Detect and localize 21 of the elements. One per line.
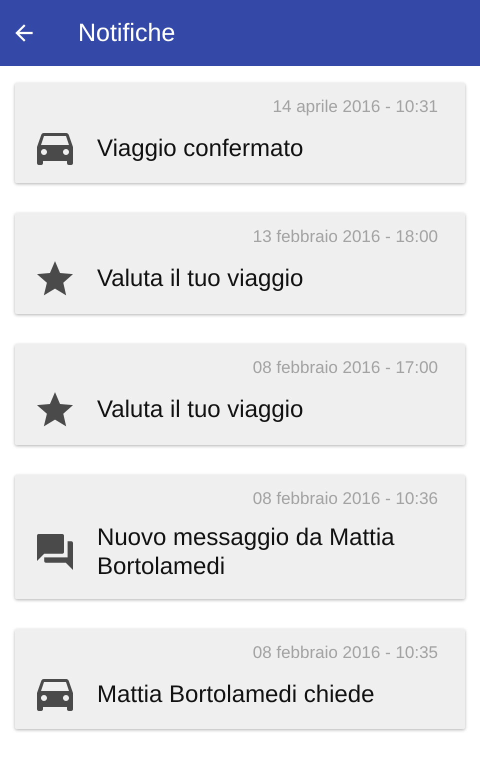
chat-icon bbox=[37, 534, 73, 570]
car-icon bbox=[37, 677, 73, 711]
star-icon bbox=[37, 392, 73, 427]
notification-title: Valuta il tuo viaggio bbox=[97, 264, 304, 293]
notification-card[interactable]: 14 aprile 2016 - 10:31 Viaggio confermato bbox=[15, 83, 465, 183]
notification-card[interactable]: 13 febbraio 2016 - 18:00 Valuta il tuo viaggio bbox=[15, 213, 465, 314]
car-icon bbox=[37, 131, 73, 165]
notification-title: Viaggio confermato bbox=[97, 134, 304, 162]
notification-card[interactable]: 08 febbraio 2016 - 17:00 Valuta il tuo viaggio bbox=[15, 344, 465, 445]
notification-date: 14 aprile 2016 - 10:31 bbox=[272, 97, 438, 117]
notification-date: 13 febbraio 2016 - 18:00 bbox=[252, 227, 438, 247]
notification-card[interactable]: 08 febbraio 2016 - 10:36 Nuovo messaggio da Mattia Bortolamedi bbox=[15, 475, 465, 599]
notification-title: Mattia Bortolamedi chiede bbox=[97, 680, 374, 708]
star-icon bbox=[37, 261, 73, 296]
notification-card[interactable]: 08 febbraio 2016 - 10:35 Mattia Bortolamedi chiede bbox=[15, 629, 465, 729]
notification-title: Valuta il tuo viaggio bbox=[97, 395, 304, 424]
notification-date: 08 febbraio 2016 - 17:00 bbox=[252, 358, 438, 378]
screen-title: Notifiche bbox=[78, 18, 176, 48]
notification-title: Nuovo messaggio da Mattia Bortolamedi bbox=[97, 523, 396, 581]
notification-date: 08 febbraio 2016 - 10:35 bbox=[252, 643, 438, 663]
notification-date: 08 febbraio 2016 - 10:36 bbox=[252, 489, 438, 509]
